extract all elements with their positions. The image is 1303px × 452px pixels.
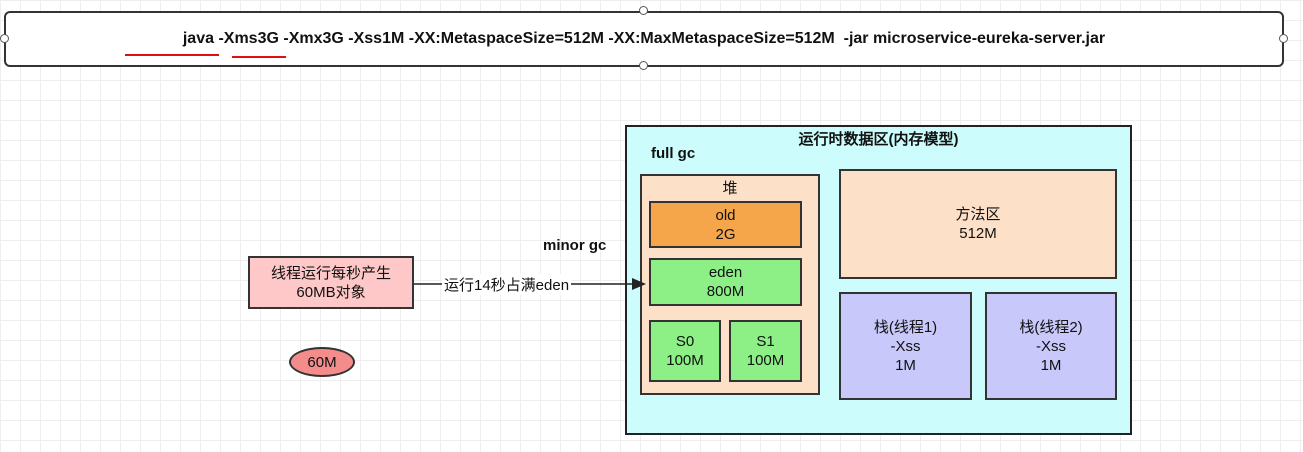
arrow-label: 运行14秒占满eden — [442, 274, 572, 295]
ellipse-label: 60M — [307, 353, 337, 371]
object-ellipse[interactable]: 60M — [289, 347, 355, 377]
arrow-layer — [414, 278, 646, 290]
allocation-arrow-head — [632, 278, 646, 290]
